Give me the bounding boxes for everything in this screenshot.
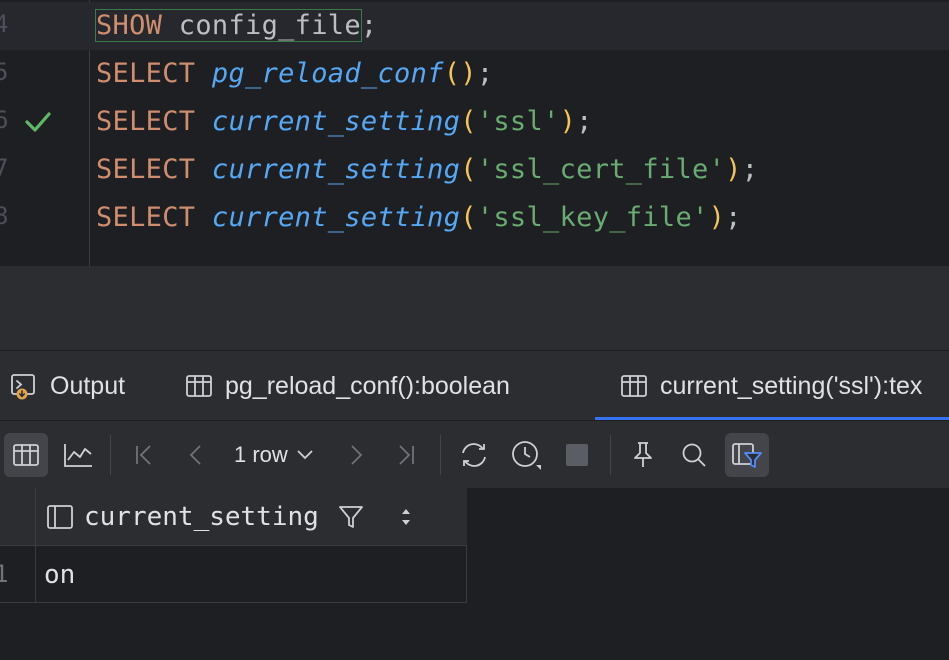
- search-icon: [682, 443, 706, 467]
- previous-page-button[interactable]: [180, 433, 212, 477]
- tab-current-setting-ssl[interactable]: current_setting('ssl'):tex: [620, 351, 922, 421]
- table-row[interactable]: 1 on: [0, 546, 467, 603]
- line-number: 4: [0, 10, 9, 38]
- line-number: 8: [0, 202, 9, 230]
- results-tab-bar: Output pg_reload_conf():boolean current_…: [0, 350, 949, 420]
- pin-icon: [634, 442, 652, 467]
- rows-count-label: 1 row: [234, 442, 288, 467]
- table-icon: [186, 375, 212, 397]
- table-icon: [13, 444, 39, 466]
- stop-icon: [566, 444, 588, 466]
- string-literal: 'ssl': [476, 106, 560, 137]
- paren: (: [443, 58, 461, 89]
- first-page-button[interactable]: [128, 433, 160, 477]
- code-line-4[interactable]: 4 SHOW config_file;: [0, 2, 949, 50]
- page-size-dropdown[interactable]: 1 row: [234, 433, 314, 477]
- paren: (: [460, 154, 477, 185]
- sort-icon[interactable]: [399, 506, 413, 528]
- query-history-button[interactable]: [506, 433, 546, 477]
- keyword: SELECT: [96, 58, 196, 89]
- semicolon: ;: [576, 106, 593, 137]
- function-name: pg_reload_conf: [211, 58, 444, 89]
- table-view-button[interactable]: [4, 433, 48, 477]
- keyword: SELECT: [96, 106, 196, 137]
- clock-icon: [512, 441, 541, 470]
- code-line-5[interactable]: 5 SELECT pg_reload_conf();: [0, 50, 949, 98]
- chevron-down-icon: [297, 450, 313, 460]
- column-header[interactable]: current_setting: [36, 488, 467, 546]
- code-line-8[interactable]: 8 SELECT current_setting('ssl_key_file')…: [0, 194, 949, 242]
- chart-line-icon: [64, 444, 92, 467]
- toolbar-separator: [440, 435, 441, 475]
- code-text[interactable]: SELECT current_setting('ssl_key_file');: [96, 200, 742, 236]
- string-literal: 'ssl_key_file': [476, 202, 709, 233]
- first-page-icon: [136, 445, 151, 465]
- identifier: config_file: [162, 10, 361, 41]
- code-text[interactable]: SELECT pg_reload_conf();: [96, 56, 493, 92]
- code-text[interactable]: SELECT current_setting('ssl_cert_file');: [96, 152, 758, 188]
- last-page-button[interactable]: [390, 433, 422, 477]
- semicolon: ;: [725, 202, 742, 233]
- check-icon: [25, 112, 51, 132]
- refresh-button[interactable]: [454, 433, 494, 477]
- tab-label: Output: [50, 371, 126, 400]
- paren: ): [460, 58, 477, 89]
- row-number: 1: [0, 546, 36, 603]
- editor-bottom-area: [0, 266, 949, 350]
- string-literal: 'ssl_cert_file': [476, 154, 726, 185]
- column-icon: [47, 505, 73, 529]
- paren: ): [559, 106, 577, 137]
- output-console-icon: [11, 374, 35, 400]
- toolbar-separator: [110, 435, 111, 475]
- tab-label: current_setting('ssl'):tex: [660, 371, 923, 400]
- keyword: SHOW: [96, 10, 163, 41]
- grid-header-row: current_setting: [0, 488, 467, 546]
- filter-toggle-button[interactable]: [725, 433, 769, 477]
- chevron-left-icon: [189, 445, 201, 465]
- line-number: 5: [0, 58, 9, 86]
- table-icon: [621, 375, 647, 397]
- row-number-header[interactable]: [0, 488, 36, 546]
- function-name: current_setting: [211, 154, 461, 185]
- semicolon: ;: [360, 10, 378, 41]
- results-toolbar: 1 row: [0, 420, 949, 488]
- paren: ): [725, 154, 742, 185]
- filter-table-icon: [732, 443, 762, 468]
- last-page-icon: [399, 445, 414, 465]
- code-text[interactable]: SHOW config_file;: [95, 8, 378, 44]
- tab-pg-reload-conf[interactable]: pg_reload_conf():boolean: [185, 351, 510, 421]
- keyword: SELECT: [96, 154, 196, 185]
- code-line-7[interactable]: 7 SELECT current_setting('ssl_cert_file'…: [0, 146, 949, 194]
- paren: ): [708, 202, 726, 233]
- code-line-6[interactable]: 6 SELECT current_setting('ssl');: [0, 98, 949, 146]
- chevron-right-icon: [351, 445, 363, 465]
- paren: (: [460, 202, 477, 233]
- stop-button[interactable]: [560, 433, 594, 477]
- filter-icon[interactable]: [337, 503, 365, 531]
- next-page-button[interactable]: [340, 433, 372, 477]
- line-number: 7: [0, 154, 9, 182]
- pin-tab-button[interactable]: [626, 433, 660, 477]
- line-number: 6: [0, 106, 9, 134]
- chart-view-button[interactable]: [58, 433, 98, 477]
- paren: (: [460, 106, 477, 137]
- keyword: SELECT: [96, 202, 196, 233]
- function-name: current_setting: [211, 106, 461, 137]
- tab-output[interactable]: Output: [10, 351, 125, 421]
- semicolon: ;: [741, 154, 759, 185]
- toolbar-separator: [610, 435, 611, 475]
- code-text[interactable]: SELECT current_setting('ssl');: [96, 104, 593, 140]
- results-grid: current_setting 1 on: [0, 488, 949, 660]
- search-button[interactable]: [676, 433, 712, 477]
- function-name: current_setting: [211, 202, 461, 233]
- tab-label: pg_reload_conf():boolean: [225, 371, 510, 400]
- semicolon: ;: [476, 58, 494, 89]
- column-name: current_setting: [84, 502, 319, 532]
- sql-editor[interactable]: 4 SHOW config_file; 5 SELECT pg_reload_c…: [0, 0, 949, 266]
- refresh-icon: [462, 443, 486, 467]
- table-cell[interactable]: on: [44, 546, 75, 603]
